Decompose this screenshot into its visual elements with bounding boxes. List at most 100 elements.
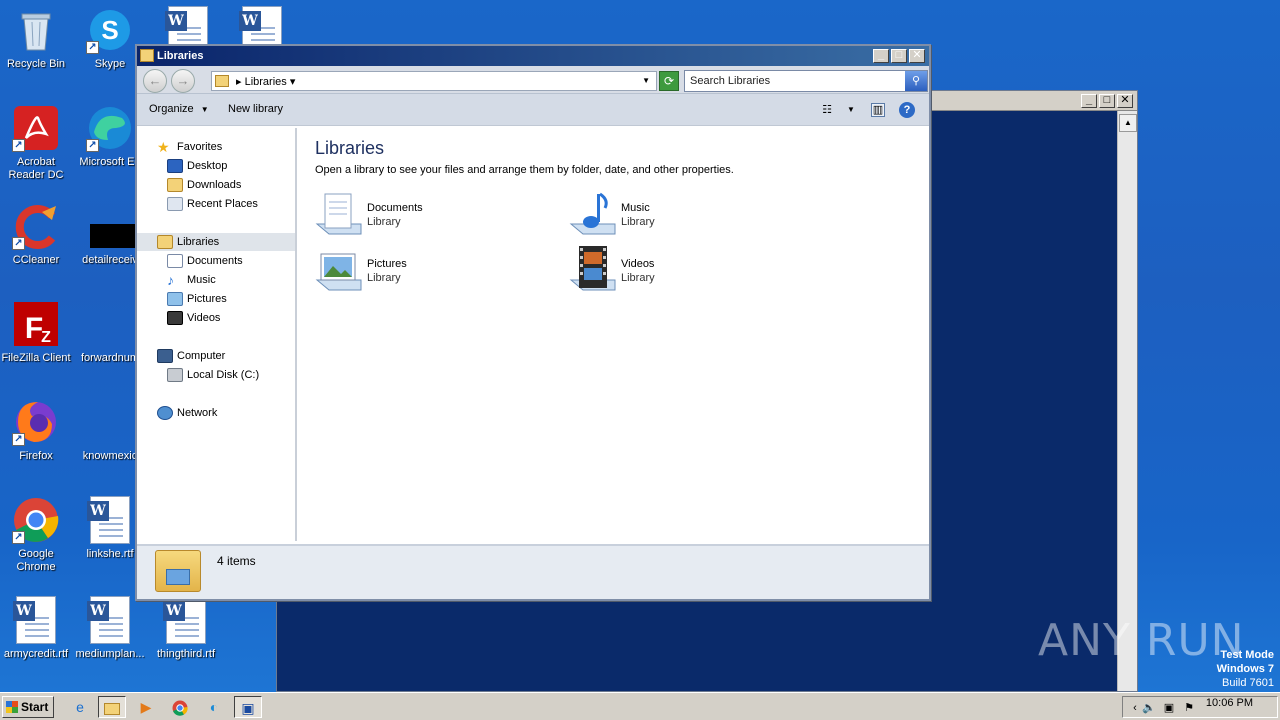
search-icon: ⚲	[911, 75, 921, 87]
help-icon[interactable]: ?	[899, 102, 915, 118]
search-input[interactable]	[685, 71, 903, 91]
file-icon	[86, 300, 134, 348]
maximize-button[interactable]: □	[1099, 94, 1115, 108]
library-item-music[interactable]: Music Library	[569, 190, 789, 240]
organize-menu[interactable]: Organize ▼	[149, 103, 209, 115]
refresh-button[interactable]: ⟳	[659, 71, 679, 91]
nav-music[interactable]: ♪ Music	[167, 271, 216, 289]
desktop-icon	[167, 159, 183, 174]
nav-network[interactable]: Network	[157, 404, 217, 422]
computer-icon	[157, 349, 173, 364]
minimize-button[interactable]: _	[1081, 94, 1097, 108]
desktop-icon-thingthird[interactable]: W thingthird.rtf	[148, 596, 224, 661]
address-dropdown-icon[interactable]: ▼	[642, 76, 650, 85]
view-dropdown-icon[interactable]: ▼	[843, 102, 859, 118]
start-button[interactable]: Start	[2, 696, 54, 718]
nav-local-disk[interactable]: Local Disk (C:)	[167, 366, 259, 384]
nav-pictures[interactable]: Pictures	[167, 290, 227, 308]
taskbar-chrome-icon[interactable]	[166, 696, 194, 718]
breadcrumb-libraries[interactable]: Libraries	[245, 76, 287, 88]
minimize-button[interactable]: _	[873, 49, 889, 63]
nav-label: Downloads	[187, 179, 242, 191]
new-library-button[interactable]: New library	[228, 103, 283, 115]
library-item-pictures[interactable]: Pictures Library	[315, 246, 535, 296]
icon-slot: W	[162, 596, 210, 644]
back-arrow-icon: ←	[148, 73, 162, 88]
item-count: 4 items	[217, 554, 256, 568]
system-tray: ‹ 🔈 ▣ ⚑	[1122, 696, 1278, 718]
word-document-icon: W	[87, 496, 130, 544]
preview-pane-icon[interactable]: ▥	[871, 103, 885, 117]
nav-downloads[interactable]: Downloads	[167, 176, 241, 194]
taskbar-ie-icon[interactable]: e	[66, 696, 94, 718]
background-window-caption-buttons: _ □ ✕	[1081, 94, 1133, 108]
nav-favorites[interactable]: ★ Favorites	[157, 138, 222, 156]
taskbar-edge-icon[interactable]: ◐	[200, 696, 228, 718]
desktop-icon-armycredit[interactable]: W armycredit.rtf	[0, 596, 74, 661]
nav-label: Recent Places	[187, 198, 258, 210]
downloads-folder-icon	[167, 178, 183, 193]
nav-label: Network	[177, 407, 218, 419]
desktop-icon-firefox[interactable]: ↗ Firefox	[0, 398, 74, 463]
star-icon: ★	[157, 139, 170, 156]
taskbar-explorer-icon[interactable]	[98, 696, 126, 718]
skype-icon: S ↗	[86, 6, 134, 54]
vertical-scrollbar[interactable]: ▲	[1117, 111, 1137, 691]
test-mode-line: Test Mode	[1220, 649, 1274, 661]
nav-recent-places[interactable]: Recent Places	[167, 195, 258, 213]
taskbar-clock[interactable]: 10:06 PM	[1206, 697, 1253, 709]
desktop-icon-label: mediumplan...	[75, 648, 145, 660]
recent-places-icon	[167, 197, 183, 212]
explorer-window[interactable]: Libraries _ □ ✕ ← → ▸ Libraries ▾ ▼ ⟳ ⚲	[135, 44, 931, 601]
network-tray-icon[interactable]: ▣	[1161, 700, 1177, 716]
ccleaner-icon: ↗	[12, 202, 60, 250]
library-item-videos[interactable]: Videos Library	[569, 246, 789, 296]
desktop-icon-ccleaner[interactable]: ↗ CCleaner	[0, 202, 74, 267]
close-button[interactable]: ✕	[1117, 94, 1133, 108]
desktop-icon-mediumplan[interactable]: W mediumplan...	[72, 596, 148, 661]
library-item-documents[interactable]: Documents Library	[315, 190, 535, 240]
nav-libraries[interactable]: Libraries	[137, 233, 295, 251]
library-type: Library	[621, 272, 655, 284]
scroll-up-icon[interactable]: ▲	[1119, 114, 1137, 132]
windows-version-line: Windows 7	[1216, 663, 1274, 675]
action-center-flag-icon[interactable]: ⚑	[1181, 700, 1197, 716]
word-document-icon: W	[163, 596, 206, 644]
back-button[interactable]: ←	[143, 69, 167, 93]
nav-documents[interactable]: Documents	[167, 252, 243, 270]
search-button[interactable]: ⚲	[905, 71, 927, 91]
library-type: Library	[367, 272, 401, 284]
volume-icon[interactable]: 🔈	[1141, 700, 1157, 716]
view-options-icon[interactable]: ☷	[819, 102, 835, 118]
address-bar[interactable]: ▸ Libraries ▾ ▼	[211, 71, 657, 91]
taskbar-media-player-icon[interactable]: ▶	[132, 696, 160, 718]
word-document-icon: W	[87, 596, 130, 644]
nav-label: Libraries	[177, 236, 220, 248]
breadcrumb[interactable]: ▸ Libraries ▾	[236, 75, 295, 88]
library-name: Documents	[367, 202, 423, 214]
nav-desktop[interactable]: Desktop	[167, 157, 227, 175]
maximize-button[interactable]: □	[891, 49, 907, 63]
taskbar-app-window-icon[interactable]: ▣	[234, 696, 262, 718]
desktop-icon-acrobat[interactable]: ↗ Acrobat Reader DC	[0, 104, 74, 182]
nav-videos[interactable]: Videos	[167, 309, 220, 327]
forward-button[interactable]: →	[171, 69, 195, 93]
shortcut-arrow-icon: ↗	[12, 531, 25, 544]
nav-label: Documents	[187, 255, 243, 267]
videos-icon	[167, 311, 183, 326]
acrobat-icon: ↗	[12, 104, 60, 152]
chrome-icon: ↗	[12, 496, 60, 544]
desktop-icon-chrome[interactable]: ↗ Google Chrome	[0, 496, 74, 574]
desktop-icon-label: Google Chrome	[16, 548, 56, 573]
icon-slot: W	[12, 596, 60, 644]
word-document-icon: W	[13, 596, 56, 644]
desktop-icon-recycle-bin[interactable]: Recycle Bin	[0, 6, 74, 71]
videos-library-icon	[569, 246, 617, 294]
desktop-icon-filezilla[interactable]: FZ FileZilla Client	[0, 300, 74, 365]
build-line: Build 7601	[1222, 677, 1274, 689]
explorer-titlebar[interactable]: Libraries _ □ ✕	[137, 46, 929, 66]
nav-computer[interactable]: Computer	[157, 347, 225, 365]
close-button[interactable]: ✕	[909, 49, 925, 63]
address-row: ← → ▸ Libraries ▾ ▼ ⟳ ⚲	[137, 66, 929, 94]
search-box[interactable]: ⚲	[684, 70, 928, 92]
